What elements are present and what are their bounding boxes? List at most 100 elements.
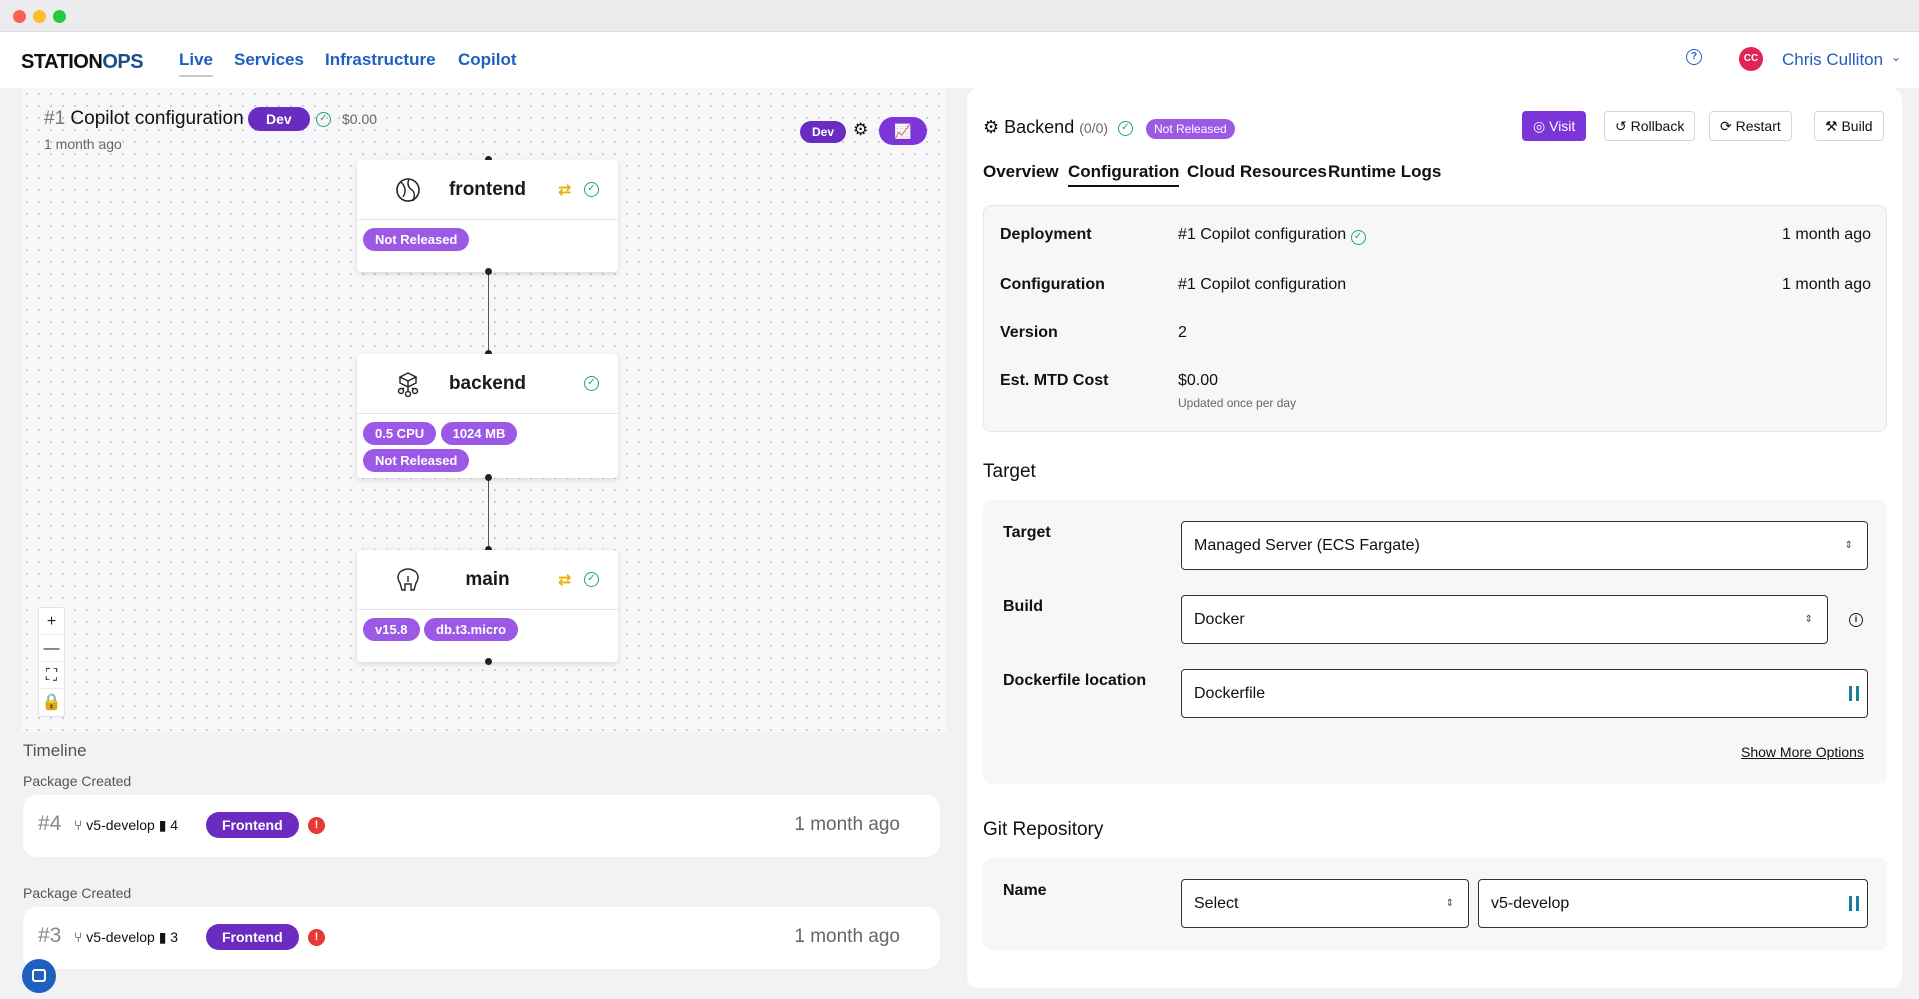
password-manager-icon [1849,686,1859,701]
zoom-out-button[interactable]: — [39,635,64,662]
deployment-label: Deployment [1000,226,1092,243]
select-arrows-icon: ⇕ [1445,898,1454,909]
status-badge: Not Released [1146,119,1235,139]
help-icon[interactable]: ? [1686,49,1702,65]
deployment-info-box [983,205,1887,432]
app-logo[interactable]: STATIONOPS [21,51,144,74]
info-icon[interactable]: i [1849,613,1863,627]
configuration-time: 1 month ago [1782,276,1871,293]
deployment-value[interactable]: #1 Copilot configuration ✓ [1178,226,1366,245]
select-arrows-icon: ⇕ [1844,540,1853,551]
environment-time: 1 month ago [44,136,122,152]
service-node-backend[interactable]: backend ✓ 0.5 CPU 1024 MB Not Released [357,354,618,478]
file-icon: ▮ [158,817,167,833]
chart-icon[interactable]: 📈 [879,117,927,145]
nav-infrastructure[interactable]: Infrastructure [325,50,436,70]
git-branch-icon: ⑂ [74,929,83,945]
check-circle-icon: ✓ [584,376,599,391]
version-tag: v15.8 [363,618,420,641]
chevron-down-icon[interactable]: ⌄ [1891,50,1901,64]
zoom-in-button[interactable]: + [39,608,64,635]
package-number: #3 [38,924,62,947]
tab-overview[interactable]: Overview [983,162,1059,182]
service-name: backend [448,373,527,394]
globe-icon: ◎ [1533,118,1546,134]
node-port[interactable] [485,268,492,275]
check-circle-icon: ✓ [1118,121,1133,136]
tab-runtime-logs[interactable]: Runtime Logs [1328,162,1441,182]
timeline-time: 1 month ago [794,814,900,835]
environment-title: #1 Copilot configuration [44,108,244,129]
build-button[interactable]: ⚒ Build [1814,111,1884,141]
version-value: 2 [1178,324,1187,341]
visit-button[interactable]: ◎ Visit [1522,111,1587,141]
configuration-label: Configuration [1000,276,1105,293]
rollback-button[interactable]: ↺ Rollback [1604,111,1696,141]
tab-configuration[interactable]: Configuration [1068,162,1180,187]
service-node-frontend[interactable]: frontend ⇄ ✓ Not Released [357,160,618,272]
avatar[interactable]: CC [1739,47,1763,71]
sync-arrows-icon: ⇄ [558,182,572,199]
lock-button[interactable]: 🔒 [39,689,64,716]
backend-service-icon: ⚙ [983,117,1000,137]
build-label: Build [1003,598,1043,615]
service-node-main[interactable]: main ⇄ ✓ v15.8 db.t3.micro [357,550,618,662]
environment-pill: Dev [248,107,310,131]
deployment-time: 1 month ago [1782,226,1871,243]
repo-select[interactable]: Select ⇕ [1181,879,1469,928]
environment-switch-pill[interactable]: Dev [800,121,847,143]
node-port[interactable] [485,658,492,665]
service-pill: Frontend [206,924,299,950]
gear-icon[interactable]: ⚙ [853,120,868,140]
tab-cloud-resources[interactable]: Cloud Resources [1187,162,1327,182]
minimize-window-button[interactable] [33,10,46,23]
git-branch-icon: ⑂ [74,817,83,833]
build-select[interactable]: Docker ⇕ [1181,595,1828,644]
nav-services[interactable]: Services [234,50,304,70]
user-menu[interactable]: Chris Culliton [1782,50,1883,70]
nav-copilot[interactable]: Copilot [458,50,517,70]
error-icon: ! [308,929,325,946]
configuration-value[interactable]: #1 Copilot configuration [1178,276,1346,294]
status-tag: Not Released [363,228,470,251]
cost-label: Est. MTD Cost [1000,372,1109,389]
branch-info: ⑂ v5-develop ▮ 4 [74,817,179,833]
restart-button[interactable]: ⟳ Restart [1709,111,1792,141]
timeline-time: 1 month ago [794,926,900,947]
chat-launcher-button[interactable] [22,959,56,993]
target-label: Target [1003,524,1051,541]
instance-tag: db.t3.micro [424,618,519,641]
top-navbar: STATIONOPS Live Services Infrastructure … [0,32,1919,88]
graph-edge [488,272,489,354]
check-circle-icon: ✓ [584,572,599,587]
select-arrows-icon: ⇕ [1804,614,1813,625]
password-manager-icon [1849,896,1859,911]
branch-info: ⑂ v5-develop ▮ 3 [74,929,179,945]
maximize-window-button[interactable] [53,10,66,23]
rollback-icon: ↺ [1615,118,1627,134]
error-icon: ! [308,817,325,834]
timeline-entry-label: Package Created [23,773,132,789]
environment-cost: $0.00 [342,111,378,127]
show-more-options-link[interactable]: Show More Options [1741,744,1864,760]
nav-live[interactable]: Live [179,50,214,77]
cpu-tag: 0.5 CPU [363,422,437,445]
branch-input[interactable]: v5-develop [1478,879,1868,928]
hammer-icon: ⚒ [1825,118,1838,134]
target-select[interactable]: Managed Server (ECS Fargate) ⇕ [1181,521,1868,570]
node-port[interactable] [485,474,492,481]
timeline-entry[interactable]: #4 ⑂ v5-develop ▮ 4 Frontend ! 1 month a… [23,795,940,857]
check-circle-icon: ✓ [584,182,599,197]
service-pill: Frontend [206,812,299,838]
service-name: main [465,569,510,590]
fit-view-button[interactable]: ⛶ [39,662,64,689]
memory-tag: 1024 MB [440,422,518,445]
timeline-entry[interactable]: #3 ⑂ v5-develop ▮ 3 Frontend ! 1 month a… [23,907,940,969]
timeline-entry-label: Package Created [23,885,132,901]
dockerfile-input[interactable]: Dockerfile [1181,669,1868,718]
chat-icon [32,969,46,982]
restart-icon: ⟳ [1720,118,1732,134]
repo-name-label: Name [1003,882,1047,899]
close-window-button[interactable] [13,10,26,23]
cost-note: Updated once per day [1178,396,1297,410]
